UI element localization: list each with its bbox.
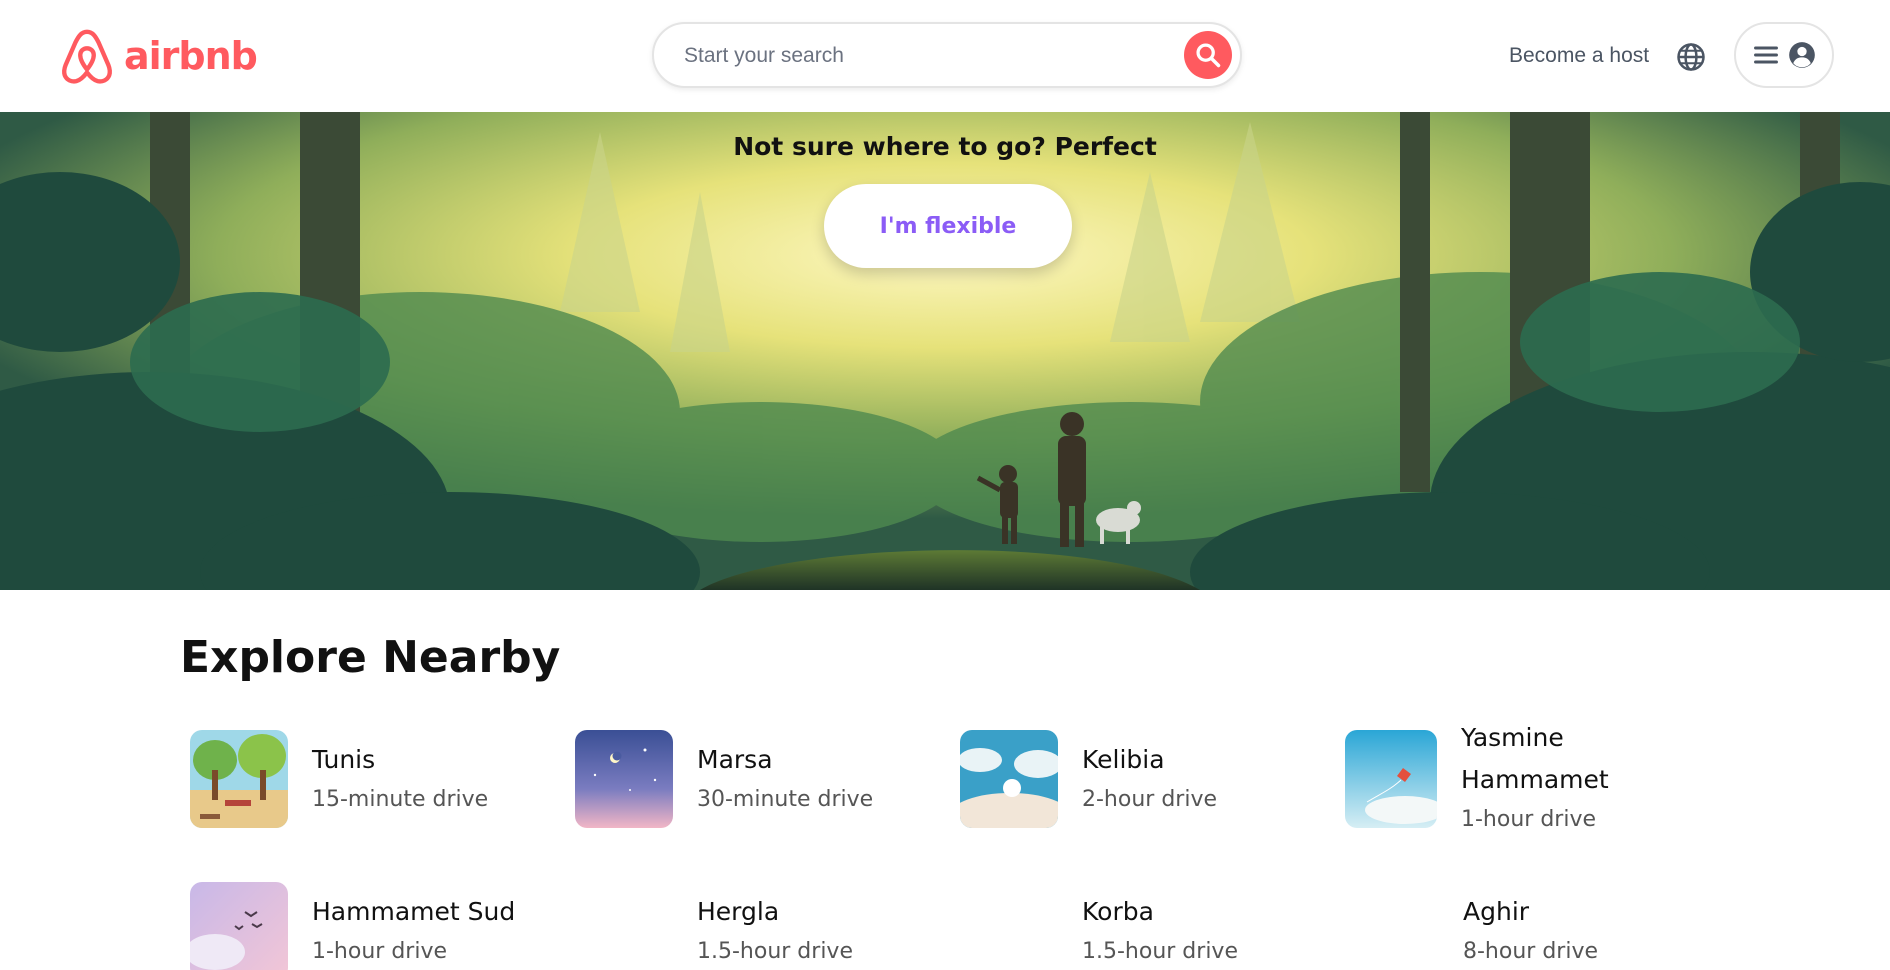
location-thumbnail [960, 730, 1058, 828]
location-name: Marsa [697, 745, 773, 774]
park-thumbnail-image [190, 730, 288, 828]
location-name: Hergla [697, 897, 780, 926]
user-avatar-icon [1789, 42, 1815, 68]
location-name: Aghir [1463, 897, 1530, 926]
hero-title: Not sure where to go? Perfect [733, 132, 1157, 161]
location-name: Tunis [312, 745, 376, 774]
location-name: Hammamet Sud [312, 897, 516, 926]
location-name: Yasmine Hammamet [1461, 723, 1609, 794]
explore-nearby-heading: Explore Nearby [180, 632, 561, 683]
location-thumbnail [575, 730, 673, 828]
location-name: Korba [1082, 897, 1154, 926]
location-distance: 8-hour drive [1463, 939, 1598, 964]
search-icon [1196, 43, 1221, 68]
clouds-thumbnail-image [960, 730, 1058, 828]
location-distance: 15-minute drive [312, 787, 489, 812]
user-menu-button[interactable] [1734, 22, 1834, 88]
birds-thumbnail-image [190, 882, 288, 970]
globe-icon[interactable] [1676, 42, 1706, 72]
location-card-marsa[interactable]: Marsa 30-minute drive [575, 730, 945, 840]
location-card-hammamet-sud[interactable]: Hammamet Sud 1-hour drive [190, 882, 560, 970]
search-input[interactable] [684, 38, 1164, 74]
search-bar[interactable] [652, 22, 1242, 88]
search-button[interactable] [1184, 31, 1232, 79]
location-name: Kelibia [1082, 745, 1165, 774]
logo-text: airbnb [124, 34, 258, 78]
location-thumbnail [190, 730, 288, 828]
location-card-aghir[interactable]: Aghir 8-hour drive [1345, 882, 1715, 970]
location-distance: 1.5-hour drive [1082, 939, 1238, 964]
become-host-link[interactable]: Become a host [1509, 44, 1649, 68]
location-card-kelibia[interactable]: Kelibia 2-hour drive [960, 730, 1330, 840]
kite-thumbnail-image [1345, 730, 1437, 828]
location-distance: 1-hour drive [1461, 807, 1596, 832]
location-distance: 30-minute drive [697, 787, 874, 812]
airbnb-logo-icon [61, 29, 113, 84]
location-thumbnail [190, 882, 288, 970]
location-card-tunis[interactable]: Tunis 15-minute drive [190, 730, 560, 840]
location-thumbnail [1345, 730, 1437, 828]
top-header: airbnb Become a host [0, 0, 1890, 112]
location-distance: 1-hour drive [312, 939, 447, 964]
hero-banner: Not sure where to go? Perfect I'm flexib… [0, 112, 1890, 590]
hamburger-menu-icon [1754, 46, 1778, 64]
location-distance: 1.5-hour drive [697, 939, 853, 964]
night-sky-thumbnail-image [575, 730, 673, 828]
airbnb-logo[interactable]: airbnb [58, 26, 258, 86]
im-flexible-button[interactable]: I'm flexible [824, 184, 1072, 268]
location-card-korba[interactable]: Korba 1.5-hour drive [960, 882, 1330, 970]
location-card-hergla[interactable]: Hergla 1.5-hour drive [575, 882, 945, 970]
location-distance: 2-hour drive [1082, 787, 1217, 812]
location-card-yasmine-hammamet[interactable]: Yasmine Hammamet 1-hour drive [1345, 723, 1715, 850]
